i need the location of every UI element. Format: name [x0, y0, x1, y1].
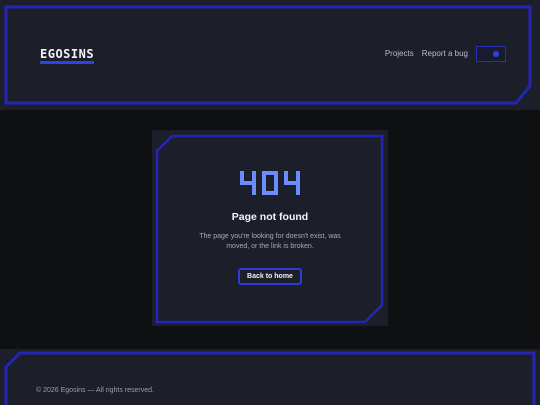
nav-link-report-bug[interactable]: Report a bug — [422, 49, 468, 58]
error-code-digits — [240, 171, 300, 195]
back-to-home-button[interactable]: Back to home — [238, 268, 302, 285]
error-code-digit — [284, 171, 300, 195]
toggle-knob-icon — [493, 51, 499, 57]
error-card: 404 Page not found The page you're looki… — [152, 130, 388, 326]
footer-frame — [4, 351, 536, 405]
error-code-digit — [262, 171, 278, 195]
card-frame — [155, 134, 384, 324]
site-header: EGOSINS Projects Report a bug — [0, 0, 540, 110]
logo-underline — [40, 61, 94, 64]
nav-link-projects[interactable]: Projects — [385, 49, 414, 58]
copyright-text: © 2026 Egosins — All rights reserved. — [36, 387, 154, 394]
main-nav: Projects Report a bug — [385, 49, 468, 58]
error-code-digit — [240, 171, 256, 195]
site-logo[interactable]: EGOSINS — [40, 47, 94, 61]
error-code: 404 — [152, 168, 388, 198]
site-footer: © 2026 Egosins — All rights reserved. — [0, 349, 540, 405]
error-title: Page not found — [231, 211, 309, 223]
error-message: The page you're looking for doesn't exis… — [199, 233, 341, 250]
theme-toggle[interactable] — [476, 46, 506, 62]
